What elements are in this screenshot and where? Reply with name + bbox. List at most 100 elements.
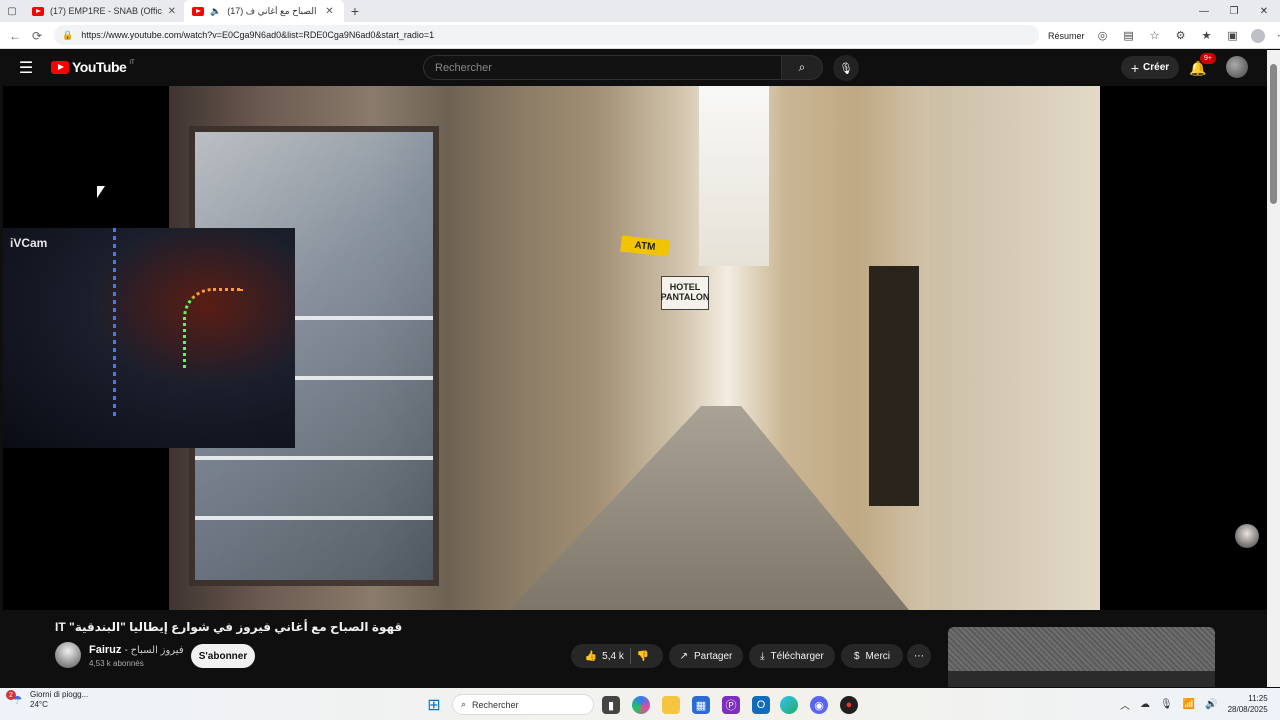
voice-search-button[interactable]: 🎙 bbox=[833, 55, 859, 81]
video-shelf bbox=[195, 456, 433, 460]
search-input[interactable]: Rechercher bbox=[423, 55, 781, 80]
youtube-favicon-icon bbox=[192, 6, 204, 16]
video-street bbox=[509, 406, 909, 610]
site-info-icon[interactable]: 🔒 bbox=[62, 30, 73, 41]
windows-start-icon[interactable]: ⊞ bbox=[425, 696, 443, 714]
collections-icon[interactable]: ▣ bbox=[1225, 28, 1241, 44]
page-scrollbar[interactable] bbox=[1267, 50, 1280, 687]
taskbar-search-input[interactable]: ⌕ Rechercher bbox=[452, 694, 594, 715]
led-strip bbox=[183, 288, 243, 368]
outlook-icon[interactable]: O bbox=[752, 696, 770, 714]
dislike-button[interactable]: 👎 bbox=[637, 651, 649, 662]
cloud-icon[interactable]: ☁ bbox=[1140, 699, 1150, 710]
ivcam-overlay[interactable]: iVCam bbox=[3, 228, 295, 448]
reading-view-icon[interactable]: ▤ bbox=[1121, 28, 1137, 44]
thumbs-up-icon: 👍 bbox=[584, 650, 598, 662]
account-avatar[interactable] bbox=[1226, 56, 1248, 78]
share-icon: ↗ bbox=[679, 650, 689, 662]
subscriber-count: 4,53 k abonnés bbox=[89, 659, 144, 668]
edge-icon[interactable] bbox=[780, 696, 798, 714]
reload-button[interactable]: ⟳ bbox=[26, 25, 48, 47]
back-button[interactable]: ← bbox=[4, 25, 26, 47]
search-icon: ⌕ bbox=[798, 60, 806, 74]
video-door bbox=[869, 266, 919, 506]
more-horizontal-icon: ⋯ bbox=[914, 650, 924, 662]
more-actions-button[interactable]: ⋯ bbox=[907, 644, 931, 668]
audio-playing-icon[interactable]: 🔈 bbox=[210, 6, 221, 17]
extensions-icon[interactable]: ⚙ bbox=[1173, 28, 1189, 44]
close-tab-icon[interactable]: ✕ bbox=[325, 6, 333, 17]
browser-tab-1[interactable]: (17) EMP1RE - SNAB (Official Mu ✕ bbox=[24, 0, 184, 22]
favorite-star-icon[interactable]: ☆ bbox=[1147, 28, 1163, 44]
weather-text: Giorni di piogg... bbox=[30, 690, 89, 699]
channel-name[interactable]: Fairuz - فيروز السباح bbox=[89, 644, 184, 656]
thanks-button[interactable]: $ Merci bbox=[841, 644, 903, 668]
like-button[interactable]: 👍 5,4 k bbox=[585, 651, 624, 662]
app-icon[interactable]: Ⓟ bbox=[722, 696, 740, 714]
youtube-page: ☰ YouTube IT Rechercher ⌕ 🎙 + Créer 🔔 9+ bbox=[3, 50, 1267, 687]
recommended-card[interactable] bbox=[948, 627, 1215, 687]
video-sky bbox=[699, 86, 769, 266]
clock-time: 11:25 bbox=[1248, 693, 1268, 703]
file-explorer-icon[interactable] bbox=[662, 696, 680, 714]
volume-icon[interactable]: 🔊 bbox=[1205, 699, 1217, 710]
show-hidden-icons-icon[interactable]: ︿ bbox=[1120, 697, 1130, 712]
plus-icon: + bbox=[1130, 59, 1140, 76]
subscribe-button[interactable]: S'abonner bbox=[191, 644, 255, 668]
browser-tab-2[interactable]: 🔈 (17) قهوة الصباح مع أغاني ف ✕ bbox=[184, 0, 344, 22]
microphone-icon[interactable]: 🎙 bbox=[1160, 699, 1173, 710]
url-text: https://www.youtube.com/watch?v=E0Cga9N6… bbox=[81, 30, 435, 40]
download-icon: ⤓ bbox=[760, 650, 765, 662]
taskbar-search-placeholder: Rechercher bbox=[472, 699, 519, 710]
channel-name-latin: Fairuz bbox=[89, 644, 122, 656]
youtube-logo[interactable]: YouTube IT bbox=[51, 59, 135, 75]
profile-avatar[interactable] bbox=[1250, 28, 1265, 43]
tab-title: (17) قهوة الصباح مع أغاني ف bbox=[227, 5, 319, 16]
hotel-sign-line2: PANTALON bbox=[660, 292, 710, 302]
wifi-icon[interactable]: 📶 bbox=[1183, 699, 1195, 710]
search-button[interactable]: ⌕ bbox=[781, 55, 823, 80]
video-shelf bbox=[195, 516, 433, 520]
search-icon: ⌕ bbox=[461, 699, 467, 709]
address-bar[interactable]: 🔒 https://www.youtube.com/watch?v=E0Cga9… bbox=[54, 25, 1039, 45]
system-tray: ︿ ☁ 🎙 📶 🔊 11:25 28/08/2025 bbox=[1120, 688, 1268, 720]
clock[interactable]: 11:25 28/08/2025 bbox=[1228, 693, 1268, 715]
tab-title: (17) EMP1RE - SNAB (Official Mu bbox=[49, 6, 162, 16]
microphone-icon: 🎙 bbox=[839, 62, 853, 75]
download-label: Télécharger bbox=[770, 650, 824, 662]
minimize-window-icon[interactable]: — bbox=[1188, 0, 1220, 22]
like-dislike-group: 👍 5,4 k 👎 bbox=[571, 644, 663, 668]
like-count: 5,4 k bbox=[602, 650, 624, 662]
create-button[interactable]: + Créer bbox=[1121, 56, 1179, 79]
share-label: Partager bbox=[694, 650, 733, 662]
youtube-header: ☰ YouTube IT Rechercher ⌕ 🎙 + Créer 🔔 9+ bbox=[3, 50, 1267, 86]
channel-avatar[interactable] bbox=[55, 642, 81, 668]
favorites-icon[interactable]: ★ bbox=[1199, 28, 1215, 44]
browser-toolbar: ← ⟳ 🔒 https://www.youtube.com/watch?v=E0… bbox=[0, 22, 1280, 49]
channel-watermark-avatar[interactable] bbox=[1235, 524, 1259, 548]
discord-icon[interactable]: ◉ bbox=[810, 696, 828, 714]
weather-rain-icon: ☂ 2 bbox=[6, 690, 24, 707]
more-menu-icon[interactable]: ⋯ bbox=[1275, 28, 1280, 44]
video-frame[interactable]: ATM HOTEL PANTALON bbox=[169, 86, 1100, 610]
summarize-button[interactable]: Résumer bbox=[1048, 31, 1085, 41]
task-view-icon[interactable]: ▮ bbox=[602, 696, 620, 714]
scrollbar-thumb[interactable] bbox=[1270, 64, 1277, 204]
browser-tab-strip: ▢ (17) EMP1RE - SNAB (Official Mu ✕ 🔈 (1… bbox=[0, 0, 1280, 22]
weather-widget[interactable]: ☂ 2 Giorni di piogg... 24°C bbox=[6, 690, 89, 711]
close-window-icon[interactable]: ✕ bbox=[1248, 0, 1280, 22]
store-icon[interactable]: ▦ bbox=[692, 696, 710, 714]
new-tab-button[interactable]: + bbox=[344, 3, 366, 19]
translate-icon[interactable]: ◎ bbox=[1095, 28, 1111, 44]
menu-icon[interactable]: ☰ bbox=[16, 59, 36, 77]
video-title: قهوة الصباح مع أغاني فيروز في شوارع إيطا… bbox=[55, 620, 403, 634]
tab-actions-icon[interactable]: ▢ bbox=[0, 0, 24, 22]
toolbar-actions: Résumer ◎ ▤ ☆ ⚙ ★ ▣ ⋯ bbox=[1048, 22, 1280, 49]
maximize-window-icon[interactable]: ❐ bbox=[1218, 0, 1250, 22]
video-player[interactable]: ATM HOTEL PANTALON iVCam bbox=[3, 86, 1267, 610]
download-button[interactable]: ⤓ Télécharger bbox=[749, 644, 835, 668]
share-button[interactable]: ↗ Partager bbox=[669, 644, 743, 668]
app-red-icon[interactable]: ● bbox=[840, 696, 858, 714]
close-tab-icon[interactable]: ✕ bbox=[168, 6, 176, 17]
copilot-app-icon[interactable] bbox=[632, 696, 650, 714]
